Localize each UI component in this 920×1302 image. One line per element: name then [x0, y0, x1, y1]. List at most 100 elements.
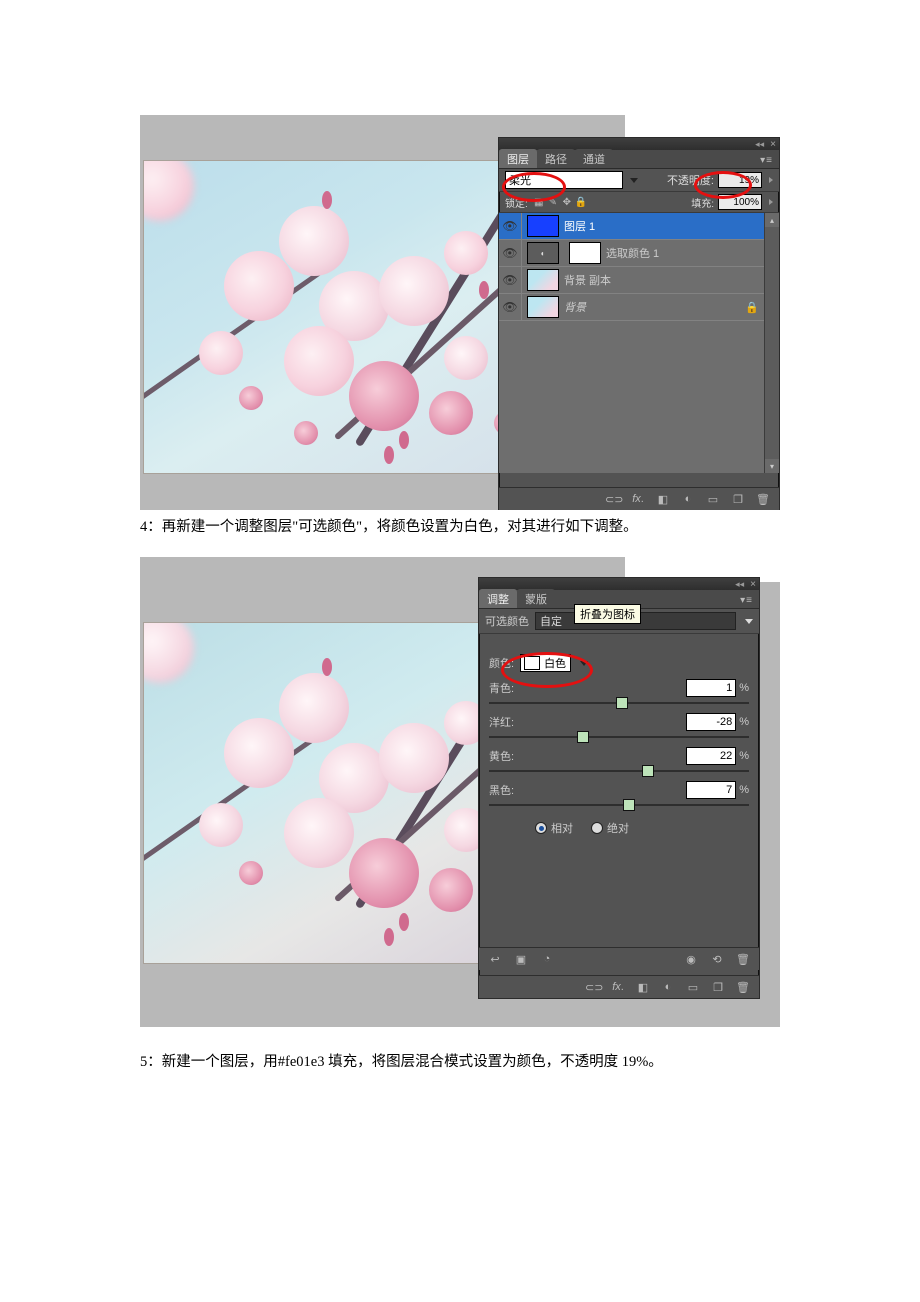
slider-track[interactable] — [489, 698, 749, 708]
slider-value-input[interactable]: 1 — [686, 679, 736, 697]
layer-name: 背景 — [564, 299, 586, 315]
layers-list: 👁 图层 1 👁 ◐ 选取颜色 1 👁 背景 副本 👁 背景 🔒 — [499, 213, 779, 473]
visibility-icon[interactable]: 👁 — [499, 267, 522, 293]
slider-knob[interactable] — [623, 799, 635, 811]
percent-label: % — [739, 784, 749, 796]
adjustments-toolbar: ↩ ▣ ◔ ◉ ⟲ 🗑 — [479, 947, 759, 970]
layers-footer: ⊂⊃ fx. ◧ ◐ ▭ ❐ 🗑 — [499, 487, 779, 510]
fill-stepper-icon[interactable] — [769, 199, 773, 205]
radio-absolute-label: 绝对 — [607, 820, 629, 836]
layer-name: 背景 副本 — [564, 272, 611, 288]
trash-icon[interactable]: 🗑 — [755, 493, 771, 506]
layer-row[interactable]: 👁 背景 副本 — [499, 267, 779, 294]
method-radios: 相对 绝对 — [479, 810, 759, 842]
slider-knob[interactable] — [577, 731, 589, 743]
group-icon[interactable]: ▭ — [705, 493, 721, 506]
visibility-icon[interactable]: ◉ — [683, 953, 699, 966]
tooltip: 折叠为图标 — [574, 604, 641, 624]
collapse-arrow-icon[interactable]: ◂◂ — [735, 579, 744, 590]
clip-icon[interactable]: ◔ — [539, 953, 555, 965]
adjustment-icon: ◐ — [527, 242, 559, 264]
layer-row[interactable]: 👁 背景 🔒 — [499, 294, 779, 321]
fill-label: 填充: — [691, 195, 714, 210]
slider-track[interactable] — [489, 766, 749, 776]
radio-relative[interactable] — [535, 822, 547, 834]
close-icon[interactable]: × — [770, 139, 776, 150]
layers-footer: ⊂⊃ fx. ◧ ◐ ▭ ❐ 🗑 — [479, 975, 759, 998]
lock-label: 锁定: — [505, 195, 528, 210]
visibility-icon[interactable]: 👁 — [499, 240, 522, 266]
adjustment-layer-icon[interactable]: ◐ — [660, 981, 676, 993]
reset-icon[interactable]: ⟲ — [709, 953, 725, 966]
panel-menu-icon[interactable]: ▾≡ — [734, 593, 759, 608]
adjustment-name: 可选颜色 — [485, 613, 529, 629]
trash-icon[interactable]: 🗑 — [735, 953, 751, 966]
slider-label: 青色: — [489, 680, 514, 696]
opacity-stepper-icon[interactable] — [769, 177, 773, 183]
slider-knob[interactable] — [616, 697, 628, 709]
slider-value-input[interactable]: 22 — [686, 747, 736, 765]
lock-icons[interactable]: ▦✎✥🔒 — [532, 197, 588, 208]
dropdown-icon[interactable] — [630, 178, 638, 183]
trash-icon[interactable]: 🗑 — [735, 981, 751, 994]
expand-icon[interactable]: ▣ — [513, 953, 529, 966]
scrollbar[interactable]: ▴ ▾ — [764, 213, 779, 473]
blend-mode-value: 柔光 — [509, 172, 531, 188]
slider-label: 洋红: — [489, 714, 514, 730]
slider-row: 黄色: 22% — [479, 742, 759, 776]
visibility-icon[interactable]: 👁 — [499, 213, 522, 239]
layer-thumb — [527, 296, 559, 318]
panel-menu-icon[interactable]: ▾≡ — [754, 153, 779, 168]
link-icon[interactable]: ⊂⊃ — [605, 493, 621, 506]
colors-label: 颜色: — [489, 655, 514, 671]
fx-icon[interactable]: fx. — [630, 493, 646, 505]
tab-paths[interactable]: 路径 — [537, 149, 575, 168]
percent-label: % — [739, 750, 749, 762]
new-layer-icon[interactable]: ❐ — [730, 493, 746, 506]
dropdown-icon[interactable] — [745, 619, 753, 624]
slider-row: 洋红: -28% — [479, 708, 759, 742]
opacity-input[interactable]: 19% — [718, 172, 762, 188]
slider-row: 青色: 1% — [479, 674, 759, 708]
return-icon[interactable]: ↩ — [487, 953, 503, 966]
dropdown-icon[interactable] — [580, 661, 588, 666]
visibility-icon[interactable]: 👁 — [499, 294, 522, 320]
percent-label: % — [739, 716, 749, 728]
colors-select[interactable]: 白色 — [520, 654, 571, 672]
layer-name: 图层 1 — [564, 218, 595, 234]
adjustments-panel: ◂◂× 调整 蒙版 ▾≡ 折叠为图标 可选颜色 自定 颜色: 白色 — [478, 577, 760, 999]
tab-adjustments[interactable]: 调整 — [479, 589, 517, 608]
mask-icon[interactable]: ◧ — [635, 981, 651, 994]
close-icon[interactable]: × — [750, 579, 756, 590]
radio-absolute[interactable] — [591, 822, 603, 834]
blend-mode-select[interactable]: 柔光 — [505, 171, 623, 189]
tab-layers[interactable]: 图层 — [499, 149, 537, 168]
layer-thumb — [527, 269, 559, 291]
fill-input[interactable]: 100% — [718, 194, 762, 210]
link-icon[interactable]: ⊂⊃ — [585, 981, 601, 994]
tab-masks[interactable]: 蒙版 — [517, 589, 555, 608]
scroll-down-icon[interactable]: ▾ — [765, 459, 779, 473]
layer-name: 选取颜色 1 — [606, 245, 659, 261]
radio-relative-label: 相对 — [551, 820, 573, 836]
percent-label: % — [739, 682, 749, 694]
adjustment-layer-icon[interactable]: ◐ — [680, 493, 696, 505]
lock-icon: 🔒 — [745, 301, 759, 314]
group-icon[interactable]: ▭ — [685, 981, 701, 994]
slider-track[interactable] — [489, 800, 749, 810]
scroll-up-icon[interactable]: ▴ — [765, 213, 779, 227]
fx-icon[interactable]: fx. — [610, 981, 626, 993]
slider-value-input[interactable]: -28 — [686, 713, 736, 731]
slider-track[interactable] — [489, 732, 749, 742]
layer-row[interactable]: 👁 ◐ 选取颜色 1 — [499, 240, 779, 267]
mask-icon[interactable]: ◧ — [655, 493, 671, 506]
slider-row: 黑色:7% — [479, 776, 759, 810]
collapse-arrow-icon[interactable]: ◂◂ — [755, 139, 764, 150]
slider-knob[interactable] — [642, 765, 654, 777]
tab-channels[interactable]: 通道 — [575, 149, 613, 168]
new-layer-icon[interactable]: ❐ — [710, 981, 726, 994]
figure-1: ◂◂× 图层 路径 通道 ▾≡ 柔光 不透明度: 19% 锁定: ▦✎✥🔒 填充… — [140, 115, 780, 510]
layer-row[interactable]: 👁 图层 1 — [499, 213, 779, 240]
slider-value-input[interactable]: 7 — [686, 781, 736, 799]
slider-label: 黄色: — [489, 748, 514, 764]
